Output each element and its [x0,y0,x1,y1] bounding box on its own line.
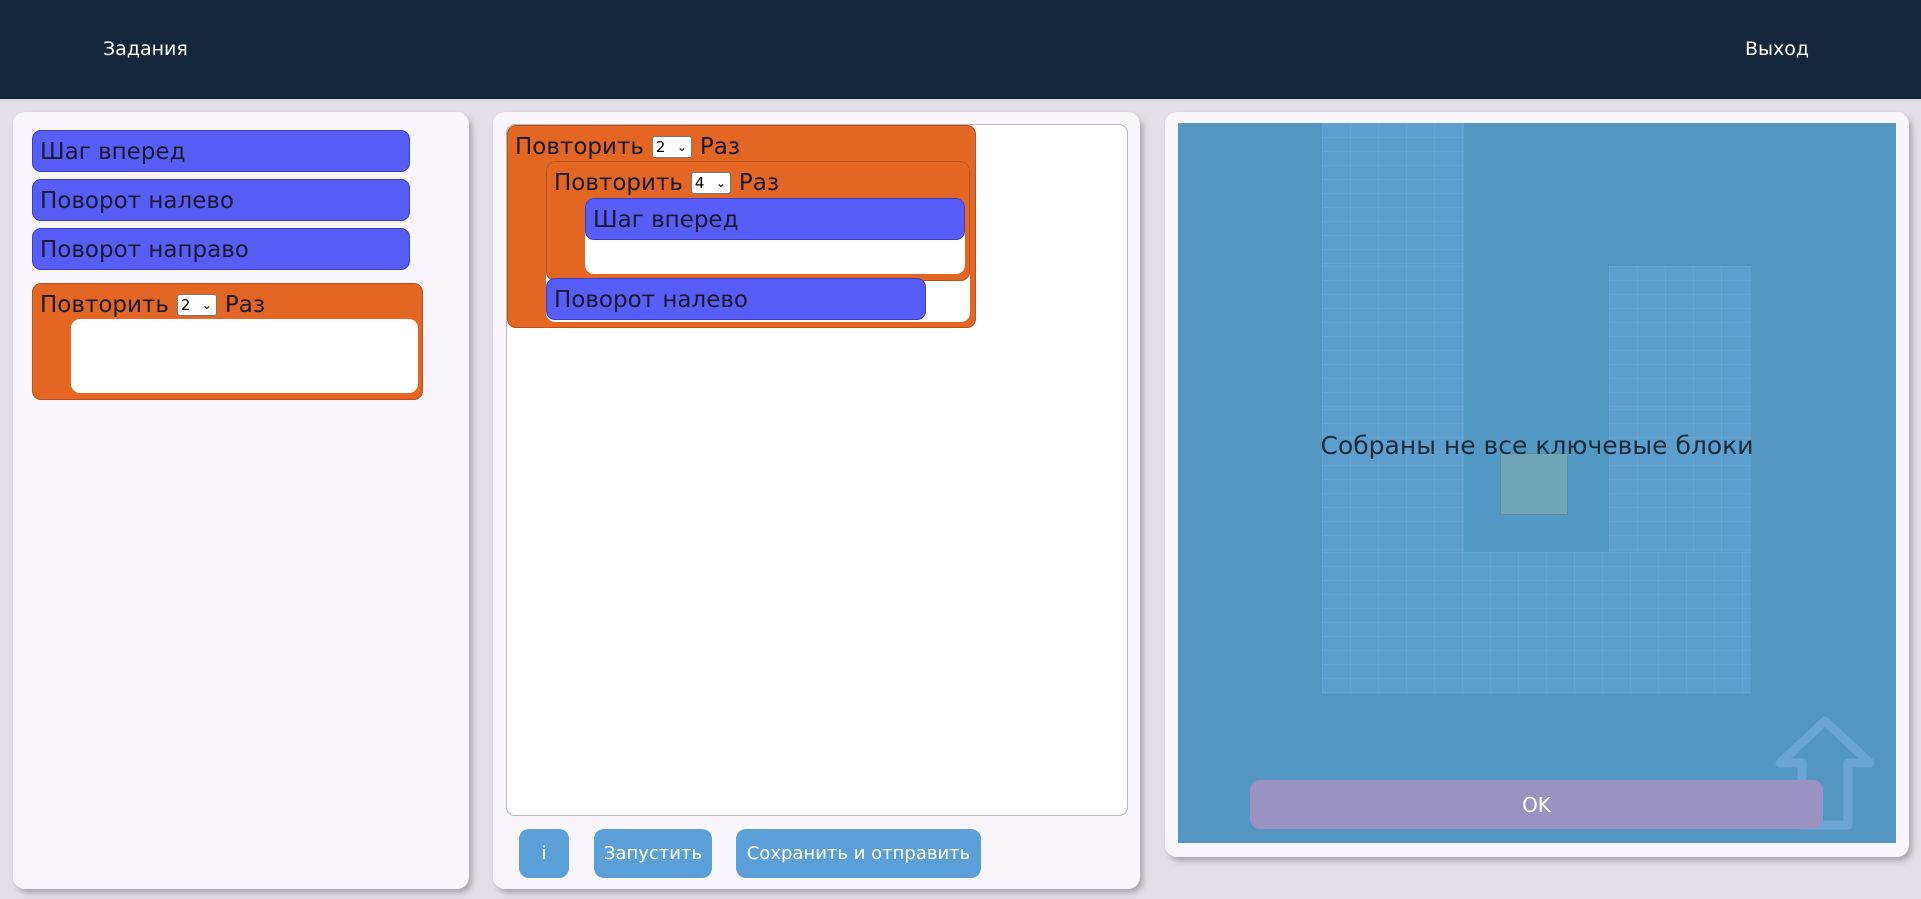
maze-tile [1322,123,1464,266]
repeat-suffix: Раз [699,134,741,160]
maze-tile [1322,552,1751,694]
palette-block-turn-left[interactable]: Поворот налево [32,179,410,221]
stage-message: Собраны не все ключевые блоки [1320,431,1754,460]
repeat-count-select[interactable]: 4 ⌄ [690,172,731,194]
info-button[interactable]: i [519,829,569,878]
repeat-suffix: Раз [224,292,266,318]
maze-tile [1322,266,1464,409]
repeat-label: Повторить [515,134,644,160]
block-label: Поворот налево [554,287,748,313]
top-nav-bar: Задания Выход [0,0,1921,99]
save-and-submit-button[interactable]: Сохранить и отправить [736,829,981,878]
chevron-down-icon: ⌄ [201,298,212,312]
game-stage: Собраны не все ключевые блоки OK [1178,123,1896,843]
maze-tile [1609,266,1751,409]
repeat-label: Повторить [40,292,169,318]
chevron-down-icon: ⌄ [715,176,726,190]
palette-block-turn-right[interactable]: Поворот направо [32,228,410,270]
nav-tasks-link[interactable]: Задания [103,38,188,60]
block-label: Шаг вперед [593,207,739,233]
workspace-block-repeat-inner[interactable]: Повторить 4 ⌄ Раз Шаг вперед [546,161,970,281]
ok-button[interactable]: OK [1250,780,1823,829]
repeat-count-value: 2 [180,296,191,314]
palette-block-step-forward[interactable]: Шаг вперед [32,130,410,172]
block-label: Шаг вперед [40,139,186,165]
block-palette-panel: Шаг вперед Поворот налево Поворот направ… [13,112,469,889]
repeat-label: Повторить [554,170,683,196]
palette-block-repeat[interactable]: Повторить 2 ⌄ Раз [32,283,423,400]
workspace-block-step-forward[interactable]: Шаг вперед [585,198,965,240]
player-marker [1500,453,1568,515]
workspace-block-repeat-outer[interactable]: Повторить 2 ⌄ Раз Повторить 4 ⌄ Раз Шаг … [507,125,976,328]
repeat-suffix: Раз [738,170,780,196]
repeat-count-value: 4 [694,174,705,192]
block-label: Поворот налево [40,188,234,214]
block-label: Поворот направо [40,237,249,263]
run-button[interactable]: Запустить [594,829,712,878]
repeat-count-select[interactable]: 2 ⌄ [651,136,692,158]
repeat-drop-slot[interactable] [71,319,418,393]
nav-exit-link[interactable]: Выход [1745,38,1809,60]
repeat-count-select[interactable]: 2 ⌄ [176,294,217,316]
repeat-count-value: 2 [655,138,666,156]
chevron-down-icon: ⌄ [676,140,687,154]
program-canvas[interactable]: Повторить 2 ⌄ Раз Повторить 4 ⌄ Раз Шаг … [506,124,1128,816]
workspace-block-turn-left[interactable]: Поворот налево [546,278,926,320]
program-workspace-panel: Повторить 2 ⌄ Раз Повторить 4 ⌄ Раз Шаг … [493,112,1140,889]
